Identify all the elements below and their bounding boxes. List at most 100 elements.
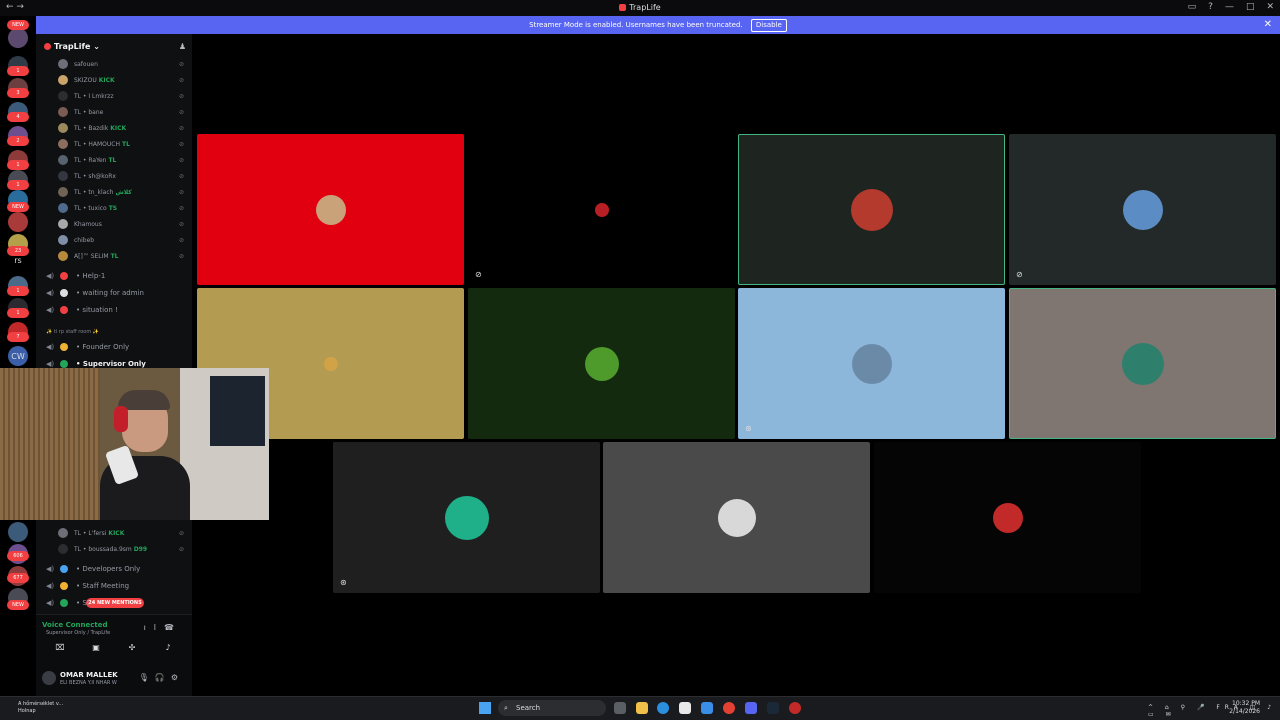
voice-user[interactable]: Khamous ⊘: [54, 218, 186, 232]
store-icon[interactable]: [679, 702, 691, 714]
voice-connected-status[interactable]: Voice Connected: [42, 621, 108, 629]
edge-icon[interactable]: [657, 702, 669, 714]
server-icon[interactable]: [8, 522, 28, 542]
voice-user[interactable]: TL • tn_klach كلاش ⊘: [54, 186, 186, 200]
avatar[interactable]: [58, 235, 68, 245]
avatar[interactable]: [444, 495, 489, 540]
server-icon[interactable]: [8, 28, 28, 48]
user-panel[interactable]: OMAR MALLEK ELI BEZNA Y.II NHAR W 🎙🎧⚙: [42, 669, 186, 691]
voice-user[interactable]: SKIZOU KICK ⊘: [54, 74, 186, 88]
voice-user[interactable]: A[]™ SELIM TL ⊘: [54, 250, 186, 264]
mute-icon: ⊘: [178, 546, 184, 553]
mic-icon[interactable]: 🎙: [139, 673, 155, 682]
participant-tile[interactable]: ⊛: [738, 288, 1005, 439]
voice-user[interactable]: TL • Bazdik KICK ⊘: [54, 122, 186, 136]
avatar[interactable]: [323, 356, 338, 371]
avatar[interactable]: [1121, 342, 1164, 385]
voice-channel[interactable]: ◀) • Founder Only: [46, 341, 186, 355]
avatar[interactable]: [58, 219, 68, 229]
voice-user[interactable]: chibeb ⊘: [54, 234, 186, 248]
category-staff-room[interactable]: ✨ ti rp staff room ✨: [46, 329, 99, 335]
windows-start-icon[interactable]: [479, 702, 491, 714]
participant-tile[interactable]: [197, 134, 464, 285]
voice-user[interactable]: TL • sh@koRx ⊘: [54, 170, 186, 184]
chrome-icon[interactable]: [723, 702, 735, 714]
avatar[interactable]: [584, 346, 619, 381]
avatar[interactable]: [58, 91, 68, 101]
help-icon[interactable]: ?: [1208, 2, 1213, 12]
voice-user[interactable]: TL • bane ⊘: [54, 106, 186, 120]
avatar[interactable]: [1122, 189, 1163, 230]
voice-channel[interactable]: ◀) • St: [46, 597, 186, 611]
avatar[interactable]: [58, 187, 68, 197]
voice-channel[interactable]: ◀) • Help-1: [46, 270, 186, 284]
disable-button[interactable]: Disable: [750, 19, 787, 32]
disconnect-icon[interactable]: ☎: [164, 623, 182, 632]
steam-icon[interactable]: [767, 702, 779, 714]
clock[interactable]: 10:32 PM 2/14/2026: [1229, 700, 1260, 716]
avatar[interactable]: [850, 188, 893, 231]
system-tray[interactable]: ^ ⌂ ⚲ 🎤 FRA ◫ ♪ ▭ ✉: [1148, 704, 1280, 718]
camera-button[interactable]: ⌧: [42, 643, 78, 657]
participant-tile[interactable]: [874, 442, 1141, 593]
participant-tile[interactable]: ⊘: [1009, 134, 1276, 285]
avatar[interactable]: [58, 544, 68, 554]
inbox-icon[interactable]: ▭: [1188, 2, 1197, 12]
voice-user[interactable]: TL • tuxico TS ⊘: [54, 202, 186, 216]
server-label[interactable]: rs: [8, 256, 28, 265]
avatar[interactable]: [58, 251, 68, 261]
participant-tile[interactable]: [738, 134, 1005, 285]
mail-icon[interactable]: [701, 702, 713, 714]
participant-tile[interactable]: [603, 442, 870, 593]
participant-tile[interactable]: [468, 288, 735, 439]
taskbar-search[interactable]: ⌕ Search: [498, 700, 606, 716]
avatar[interactable]: [58, 59, 68, 69]
add-member-icon[interactable]: ♟: [179, 42, 186, 51]
voice-user[interactable]: TL • L'fersi KICK ⊘: [54, 527, 186, 541]
avatar[interactable]: [594, 202, 609, 217]
screen-share-button[interactable]: ▣: [78, 643, 114, 657]
avatar[interactable]: [315, 194, 346, 225]
settings-gear-icon[interactable]: ⚙: [171, 673, 184, 682]
signal-icon[interactable]: ıl: [144, 623, 164, 632]
voice-channel[interactable]: ◀) • waiting for admin: [46, 287, 186, 301]
server-icon[interactable]: [8, 212, 28, 232]
participant-tile[interactable]: ⊘: [468, 134, 735, 285]
close-window-icon[interactable]: ✕: [1266, 2, 1274, 12]
voice-channel[interactable]: ◀) • Staff Meeting: [46, 580, 186, 594]
voice-user[interactable]: TL • boussada.9sm D99 ⊘: [54, 543, 186, 557]
avatar[interactable]: [58, 203, 68, 213]
participant-tile[interactable]: ⊛: [333, 442, 600, 593]
voice-user[interactable]: TL • I Lmkrzz ⊘: [54, 90, 186, 104]
participant-tile[interactable]: [1009, 288, 1276, 439]
avatar[interactable]: [58, 528, 68, 538]
guild-name-header[interactable]: TrapLife ⌄: [44, 42, 100, 51]
avatar[interactable]: [58, 171, 68, 181]
voice-channel[interactable]: ◀) • Developers Only: [46, 563, 186, 577]
voice-user[interactable]: safouen ⊘: [54, 58, 186, 72]
avatar[interactable]: [717, 498, 756, 537]
task-view-icon[interactable]: [614, 702, 626, 714]
avatar[interactable]: [58, 139, 68, 149]
soundboard-button[interactable]: ♪: [150, 643, 186, 657]
voice-user[interactable]: TL • HAMOUCH TL ⊘: [54, 138, 186, 152]
voice-channel-path[interactable]: Supervisor Only / TrapLife: [46, 630, 110, 636]
voice-user[interactable]: TL • RaYen TL ⊘: [54, 154, 186, 168]
app-icon[interactable]: [789, 702, 801, 714]
minimize-icon[interactable]: —: [1225, 2, 1234, 12]
close-banner-icon[interactable]: ✕: [1264, 16, 1272, 34]
voice-channel[interactable]: ◀) • situation !: [46, 304, 186, 318]
maximize-icon[interactable]: □: [1246, 2, 1255, 12]
avatar[interactable]: [58, 107, 68, 117]
avatar[interactable]: [851, 343, 892, 384]
discord-icon[interactable]: [745, 702, 757, 714]
activities-button[interactable]: ✣: [114, 643, 150, 657]
avatar[interactable]: [58, 75, 68, 85]
headphones-icon[interactable]: 🎧: [155, 673, 171, 682]
avatar[interactable]: [58, 155, 68, 165]
avatar[interactable]: [992, 502, 1023, 533]
avatar[interactable]: [58, 123, 68, 133]
server-label[interactable]: CW: [8, 352, 28, 361]
file-explorer-icon[interactable]: [636, 702, 648, 714]
weather-widget[interactable]: A hőmérséklet v... Holnap: [18, 701, 63, 715]
